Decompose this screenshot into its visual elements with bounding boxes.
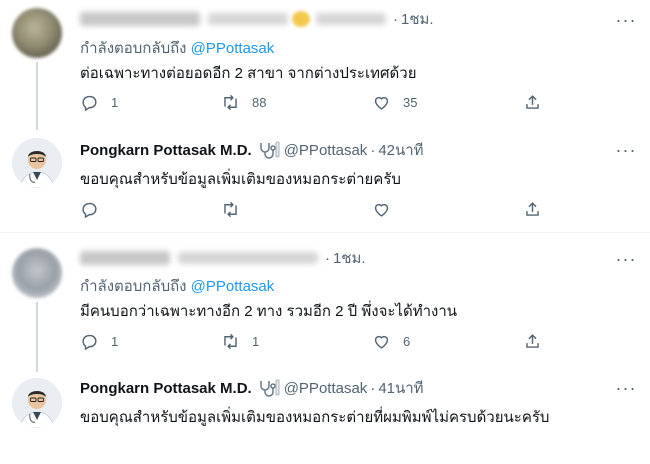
tweet-header: · 1ชม. [80, 248, 366, 268]
like-button[interactable]: 6 [372, 332, 410, 351]
separator-dot: · [393, 10, 398, 28]
tweet-time[interactable]: 42นาที [378, 138, 423, 162]
tweet-1[interactable]: · 1ชม. ··· กำลังตอบกลับถึง @PPottasak ต่… [0, 0, 650, 130]
thread-line [36, 302, 38, 372]
reply-button[interactable] [80, 200, 99, 219]
share-button[interactable] [523, 93, 542, 112]
tweet-divider [0, 232, 650, 233]
replying-prefix: กำลังตอบกลับถึง [80, 278, 187, 295]
user-avatar-blurred[interactable] [12, 8, 62, 58]
stethoscope-icon [258, 379, 280, 397]
blurred-display-name [80, 251, 170, 265]
display-name[interactable]: Pongkarn Pottasak M.D. [80, 142, 252, 159]
share-button[interactable] [523, 332, 542, 351]
tweet-4[interactable]: Pongkarn Pottasak M.D. @PPottasak · 41นา… [0, 370, 650, 464]
like-count: 6 [403, 334, 411, 349]
share-button[interactable] [523, 200, 542, 219]
blurred-emoji [292, 11, 310, 27]
tweet-actions: 1 88 35 [80, 93, 550, 113]
share-icon [526, 202, 539, 216]
tweet-actions: 1 1 6 [80, 332, 550, 352]
blurred-username [208, 13, 288, 25]
tweet-header: Pongkarn Pottasak M.D. @PPottasak · 42นา… [80, 140, 424, 160]
retweet-icon [224, 94, 237, 111]
retweet-icon [224, 201, 237, 218]
retweet-button[interactable]: 88 [221, 93, 266, 112]
separator-dot: · [370, 141, 376, 159]
tweet-time[interactable]: 1ชม. [333, 246, 366, 270]
tweet-3[interactable]: · 1ชม. ··· กำลังตอบกลับถึง @PPottasak มี… [0, 240, 650, 372]
replying-to: กำลังตอบกลับถึง @PPottasak [80, 274, 274, 298]
like-count: 35 [403, 95, 418, 110]
user-handle[interactable]: @PPottasak [284, 142, 368, 159]
like-icon [374, 203, 389, 217]
retweet-count: 88 [252, 95, 267, 110]
retweet-button[interactable] [221, 200, 240, 219]
user-avatar-blurred[interactable] [12, 248, 62, 298]
retweet-button[interactable]: 1 [221, 332, 259, 351]
tweet-time[interactable]: 41นาที [378, 376, 423, 400]
blurred-handle [316, 13, 386, 25]
reply-button[interactable]: 1 [80, 332, 118, 351]
tweet-text: ต่อเฉพาะทางต่อยอดอีก 2 สาขา จากต่างประเท… [80, 65, 417, 82]
reply-icon [82, 334, 97, 351]
reply-count: 1 [111, 334, 119, 349]
reply-icon [82, 95, 97, 112]
more-icon[interactable]: ··· [616, 249, 636, 269]
more-icon[interactable]: ··· [616, 140, 636, 160]
share-icon [526, 95, 539, 109]
like-button[interactable]: 35 [372, 93, 417, 112]
reply-count: 1 [111, 95, 119, 110]
blurred-handle [178, 252, 318, 264]
more-icon[interactable]: ··· [616, 10, 636, 30]
replying-to: กำลังตอบกลับถึง @PPottasak [80, 36, 274, 60]
retweet-count: 1 [252, 334, 260, 349]
replying-prefix: กำลังตอบกลับถึง [80, 40, 187, 57]
doctor-portrait [12, 138, 62, 188]
like-icon [374, 96, 389, 110]
reply-button[interactable]: 1 [80, 93, 118, 112]
tweet-text: ขอบคุณสำหรับข้อมูลเพิ่มเติมของหมอกระต่าย… [80, 171, 401, 188]
user-handle[interactable]: @PPottasak [284, 380, 368, 397]
blurred-display-name [80, 12, 200, 26]
stethoscope-icon [258, 141, 280, 159]
reply-icon [82, 202, 97, 219]
more-icon[interactable]: ··· [616, 378, 636, 398]
like-icon [374, 335, 389, 349]
thread-line [36, 62, 38, 130]
tweet-header: Pongkarn Pottasak M.D. @PPottasak · 41นา… [80, 378, 424, 398]
doctor-portrait [12, 378, 62, 428]
retweet-icon [224, 333, 237, 350]
tweet-2[interactable]: Pongkarn Pottasak M.D. @PPottasak · 42นา… [0, 130, 650, 230]
separator-dot: · [370, 379, 376, 397]
tweet-time[interactable]: 1ชม. [401, 7, 434, 31]
mention-link[interactable]: @PPottasak [191, 278, 275, 295]
tweet-header: · 1ชม. [80, 9, 434, 29]
separator-dot: · [325, 249, 330, 267]
doctor-avatar[interactable] [12, 138, 62, 188]
share-icon [526, 334, 539, 348]
display-name[interactable]: Pongkarn Pottasak M.D. [80, 380, 252, 397]
tweet-actions [80, 200, 550, 220]
mention-link[interactable]: @PPottasak [191, 40, 275, 57]
doctor-avatar[interactable] [12, 378, 62, 428]
tweet-text: ขอบคุณสำหรับข้อมูลเพิ่มเติมของหมอกระต่าย… [80, 409, 550, 426]
like-button[interactable] [372, 200, 391, 219]
tweet-text: มีคนบอกว่าเฉพาะทางอีก 2 ทาง รวมอีก 2 ปี … [80, 303, 458, 320]
